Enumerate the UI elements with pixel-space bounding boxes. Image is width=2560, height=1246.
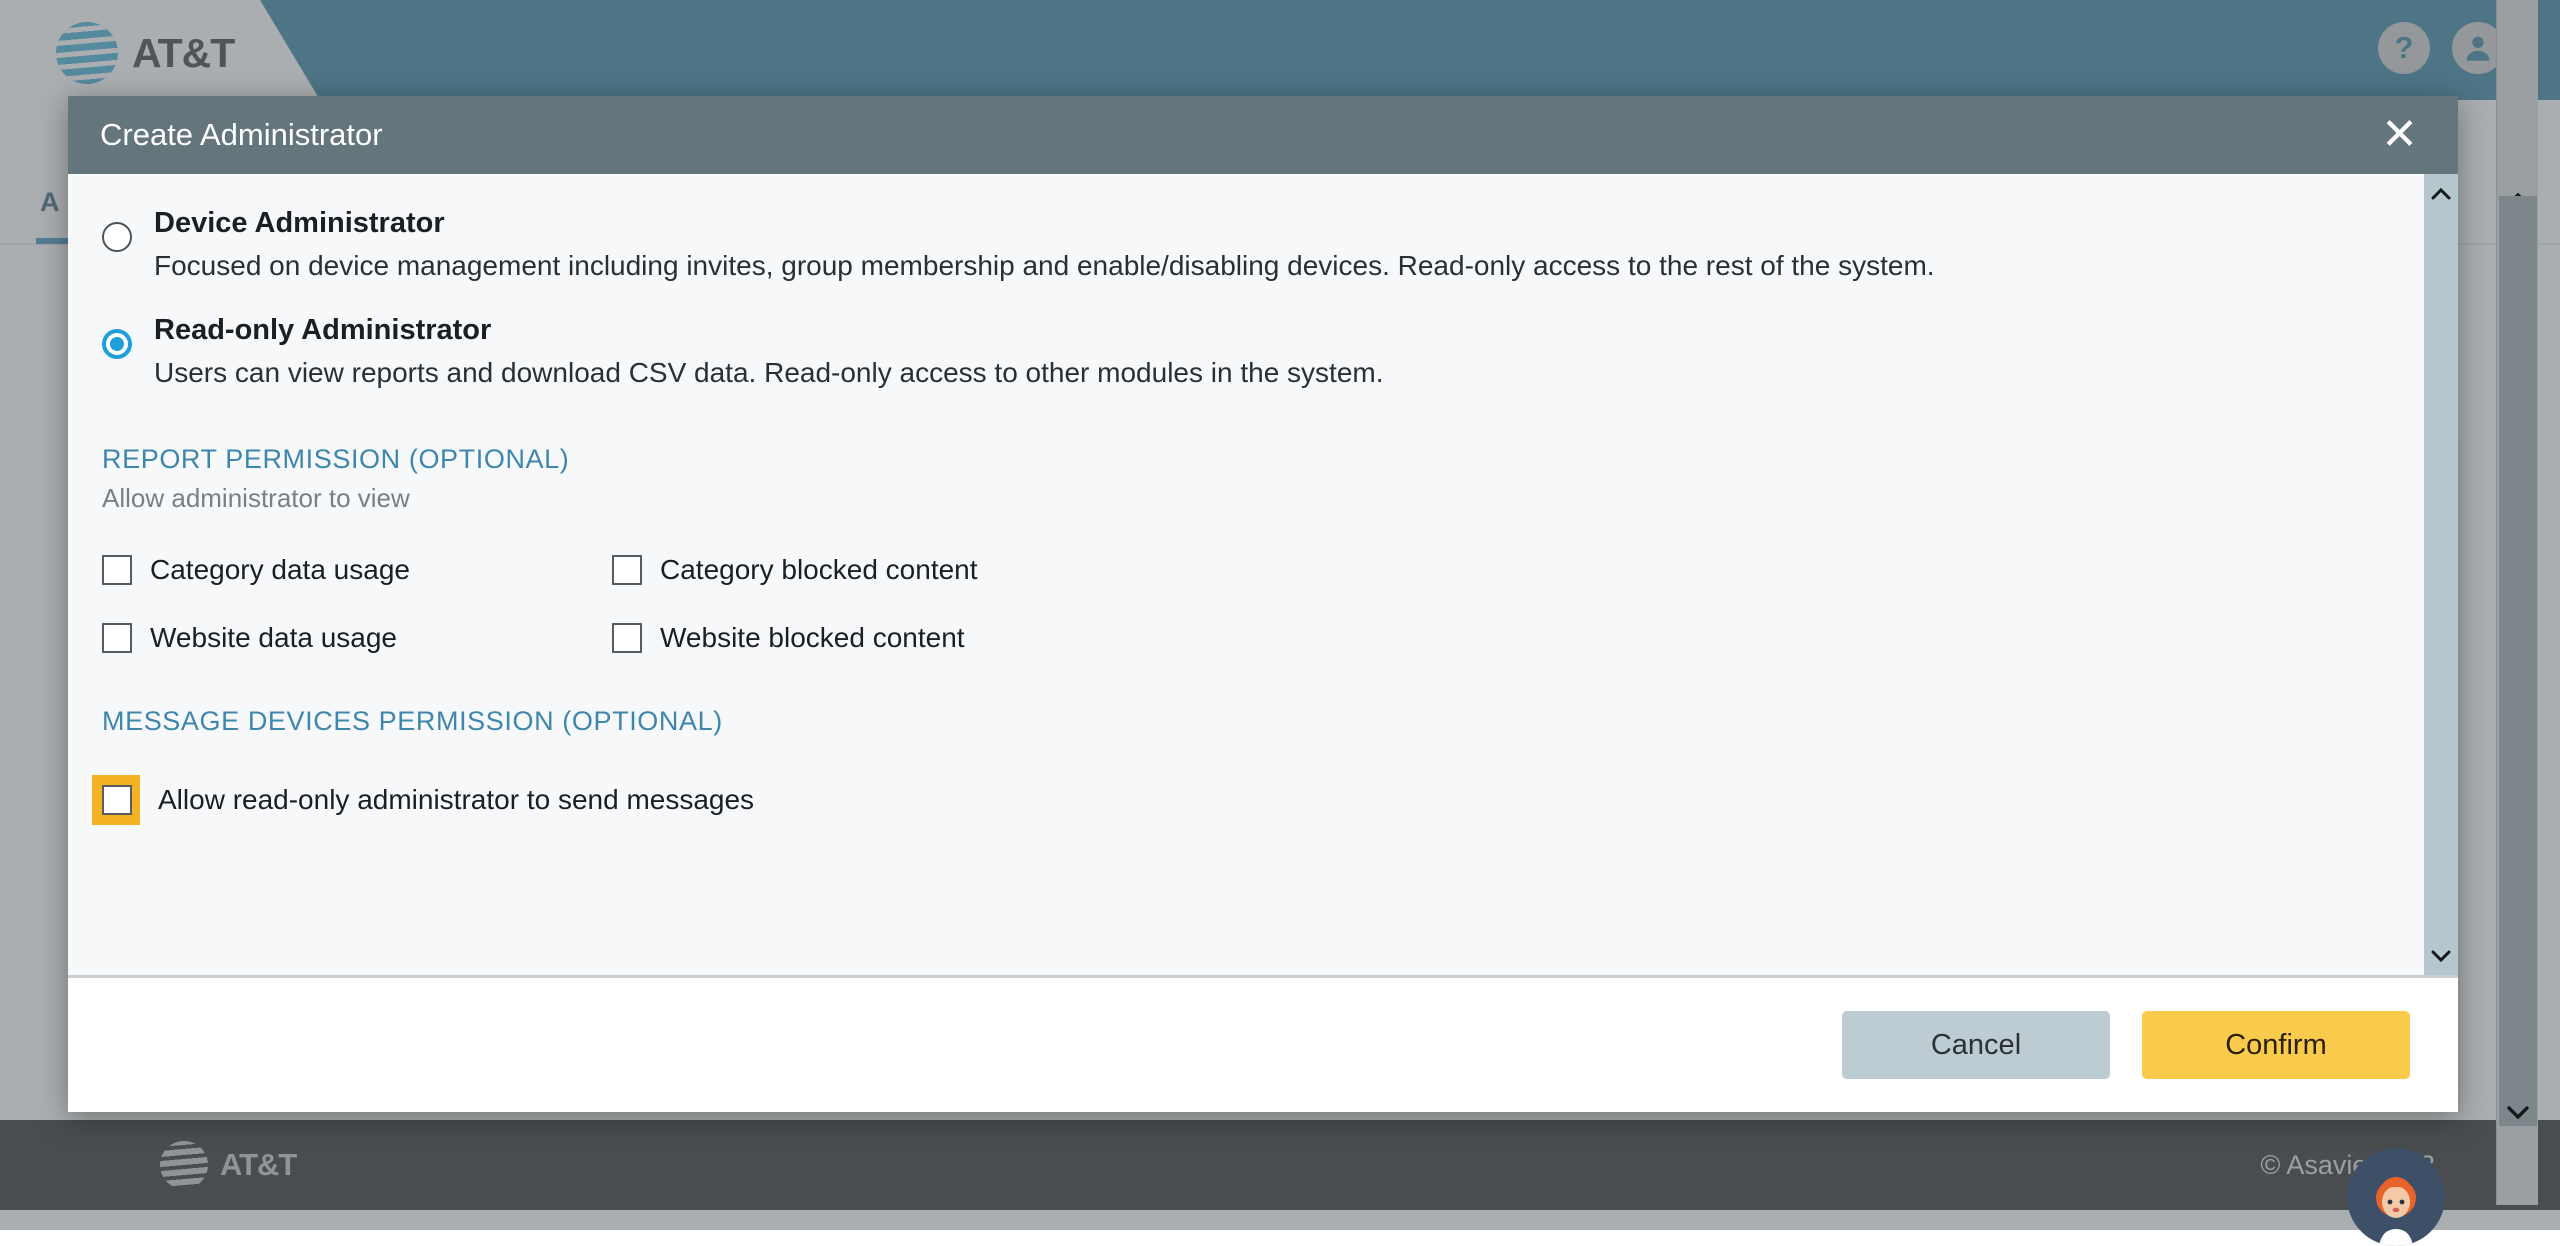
role-text-group: Read-only Administrator Users can view r… xyxy=(154,311,1384,392)
checkbox-box-icon[interactable] xyxy=(102,555,132,585)
dialog-body: Device Administrator Focused on device m… xyxy=(68,174,2458,978)
radio-read-only-administrator[interactable] xyxy=(102,329,132,359)
scroll-down-icon[interactable] xyxy=(2497,1091,2539,1133)
scroll-down-icon[interactable] xyxy=(2424,939,2458,973)
checkbox-label: Website data usage xyxy=(150,622,397,654)
create-administrator-dialog: Create Administrator ✕ Device Administra… xyxy=(68,96,2458,1112)
cancel-button[interactable]: Cancel xyxy=(1842,1011,2110,1079)
role-option-read-only-administrator[interactable]: Read-only Administrator Users can view r… xyxy=(102,311,2418,392)
confirm-button[interactable]: Confirm xyxy=(2142,1011,2410,1079)
checkbox-label: Website blocked content xyxy=(660,622,965,654)
dialog-title: Create Administrator xyxy=(100,117,383,153)
dialog-header: Create Administrator ✕ xyxy=(68,96,2458,174)
checkbox-highlight xyxy=(92,775,140,825)
close-icon[interactable]: ✕ xyxy=(2377,113,2422,157)
report-permission-title: REPORT PERMISSION (OPTIONAL) xyxy=(102,444,2418,475)
checkbox-category-data-usage[interactable]: Category data usage xyxy=(102,554,612,586)
checkbox-box-icon[interactable] xyxy=(102,785,132,815)
message-devices-permission-section: MESSAGE DEVICES PERMISSION (OPTIONAL) Al… xyxy=(102,706,2418,825)
report-permission-subtitle: Allow administrator to view xyxy=(102,483,2418,514)
scroll-up-icon[interactable] xyxy=(2424,176,2458,210)
checkbox-category-blocked-content[interactable]: Category blocked content xyxy=(612,554,2418,586)
role-label: Read-only Administrator xyxy=(154,311,1384,350)
checkbox-allow-send-messages[interactable]: Allow read-only administrator to send me… xyxy=(102,775,2418,825)
role-description: Focused on device management including i… xyxy=(154,247,1935,285)
role-label: Device Administrator xyxy=(154,204,1935,243)
message-permission-title: MESSAGE DEVICES PERMISSION (OPTIONAL) xyxy=(102,706,2418,737)
checkbox-box-icon[interactable] xyxy=(612,623,642,653)
role-text-group: Device Administrator Focused on device m… xyxy=(154,204,1935,285)
checkbox-label: Allow read-only administrator to send me… xyxy=(158,784,754,816)
role-option-device-administrator[interactable]: Device Administrator Focused on device m… xyxy=(102,204,2418,285)
report-permission-section: REPORT PERMISSION (OPTIONAL) Allow admin… xyxy=(102,444,2418,654)
chat-assistant-avatar[interactable] xyxy=(2347,1148,2445,1246)
radio-device-administrator[interactable] xyxy=(102,222,132,252)
page-scrollbar[interactable] xyxy=(2496,0,2538,1205)
dialog-footer: Cancel Confirm xyxy=(68,978,2458,1112)
checkbox-box-icon[interactable] xyxy=(612,555,642,585)
checkbox-label: Category data usage xyxy=(150,554,410,586)
report-permission-options: Category data usage Category blocked con… xyxy=(102,554,2418,654)
dialog-scrollbar[interactable] xyxy=(2424,174,2458,975)
checkbox-website-data-usage[interactable]: Website data usage xyxy=(102,622,612,654)
checkbox-website-blocked-content[interactable]: Website blocked content xyxy=(612,622,2418,654)
page-scrollbar-thumb[interactable] xyxy=(2499,196,2537,1126)
checkbox-label: Category blocked content xyxy=(660,554,978,586)
role-description: Users can view reports and download CSV … xyxy=(154,354,1384,392)
checkbox-box-icon[interactable] xyxy=(102,623,132,653)
